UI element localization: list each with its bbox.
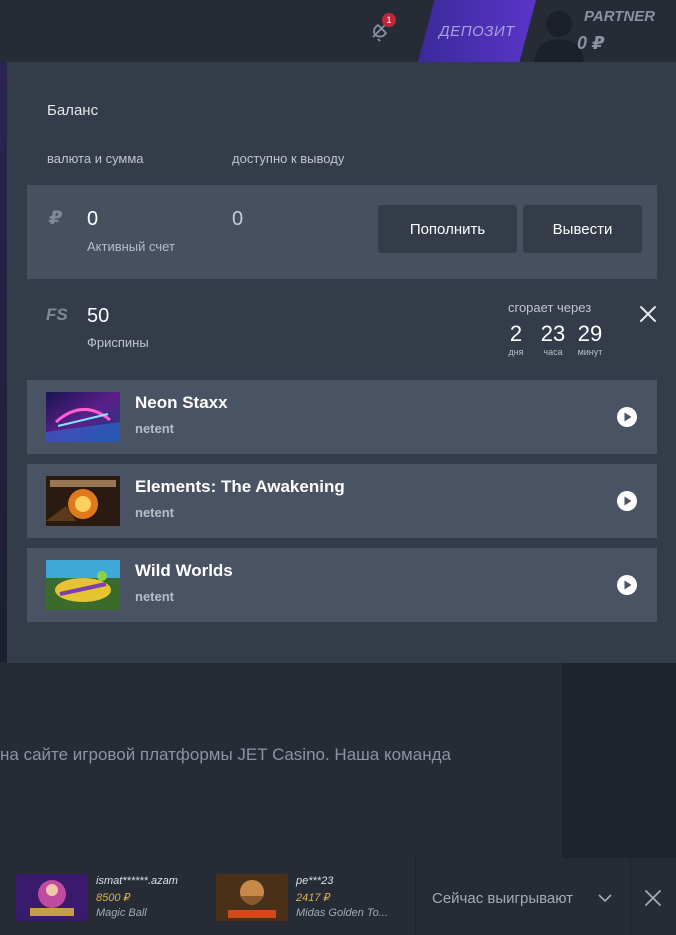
game-provider: netent — [135, 505, 174, 520]
timer-days-unit: дня — [508, 347, 524, 357]
deposit-button[interactable]: ДЕПОЗИТ — [418, 0, 536, 62]
timer-hours-value: 23 — [540, 321, 566, 346]
topup-button[interactable]: Пополнить — [378, 205, 517, 253]
play-icon[interactable] — [616, 406, 638, 428]
background-banner-edge — [0, 62, 7, 662]
background-sidebar — [562, 662, 676, 858]
game-title: Wild Worlds — [135, 561, 233, 580]
timer-hours-unit: часа — [543, 347, 563, 357]
game-thumbnail-wild-worlds — [46, 560, 120, 610]
winner-game[interactable]: Midas Golden To... — [296, 907, 388, 919]
available-column-label: доступно к выводу — [232, 151, 345, 166]
game-row-wild-worlds[interactable]: Wild Worlds netent — [27, 548, 657, 622]
bar-divider — [415, 858, 416, 935]
game-row-elements[interactable]: Elements: The Awakening netent — [27, 464, 657, 538]
chevron-down-icon[interactable] — [597, 890, 613, 906]
balance-dropdown-panel: Баланс валюта и сумма доступно к выводу … — [7, 62, 676, 663]
game-row-neon-staxx[interactable]: Neon Staxx netent — [27, 380, 657, 454]
freespins-count: 50 — [87, 305, 110, 327]
play-icon[interactable] — [616, 574, 638, 596]
timer-hours: 23 часа — [537, 321, 569, 357]
game-thumbnail-neon-staxx — [46, 392, 120, 442]
expires-label: сгорает через — [508, 300, 592, 315]
account-label: Активный счет — [87, 239, 175, 254]
freespins-label: Фриспины — [87, 335, 149, 350]
freespins-icon: FS — [46, 305, 68, 324]
recent-winners-bar: ismat******.azam 8500 ₽ Magic Ball pe***… — [0, 858, 676, 935]
winner-user: ismat******.azam — [96, 875, 178, 887]
timer-days-value: 2 — [509, 321, 523, 346]
timer-minutes-value: 29 — [577, 321, 603, 346]
play-icon[interactable] — [616, 490, 638, 512]
ruble-icon: ₽ — [49, 208, 63, 229]
game-thumbnail-elements — [46, 476, 120, 526]
available-amount: 0 — [232, 208, 244, 230]
game-provider: netent — [135, 589, 174, 604]
top-header: 1 ДЕПОЗИТ PARTNER 0 ₽ — [0, 0, 676, 62]
currency-column-label: валюта и сумма — [47, 151, 144, 166]
background-description-text: на сайте игровой платформы JET Casino. Н… — [0, 745, 451, 764]
user-name[interactable]: PARTNER — [584, 8, 655, 25]
account-amount: 0 — [87, 208, 99, 230]
timer-days: 2 дня — [505, 321, 527, 357]
notification-badge: 1 — [382, 13, 396, 27]
winner-game-thumbnail-midas[interactable] — [216, 874, 288, 921]
withdraw-button[interactable]: Вывести — [523, 205, 642, 253]
user-balance: 0 ₽ — [577, 33, 605, 53]
game-title: Elements: The Awakening — [135, 477, 345, 496]
winner-user: pe***23 — [296, 875, 334, 887]
winner-amount: 2417 ₽ — [296, 892, 331, 904]
winner-game[interactable]: Magic Ball — [96, 907, 147, 919]
game-provider: netent — [135, 421, 174, 436]
winner-amount: 8500 ₽ — [96, 892, 131, 904]
active-account-box: ₽ 0 Активный счет 0 Пополнить Вывести — [27, 185, 657, 279]
now-winning-toggle[interactable]: Сейчас выигрывают — [432, 890, 573, 907]
close-icon[interactable] — [643, 888, 663, 908]
close-icon[interactable] — [637, 303, 659, 325]
winner-game-thumbnail-magic-ball[interactable] — [16, 874, 88, 921]
balance-title: Баланс — [47, 102, 99, 119]
timer-minutes: 29 минут — [575, 321, 605, 357]
timer-minutes-unit: минут — [577, 347, 603, 357]
game-title: Neon Staxx — [135, 393, 228, 412]
bar-divider — [630, 858, 631, 935]
